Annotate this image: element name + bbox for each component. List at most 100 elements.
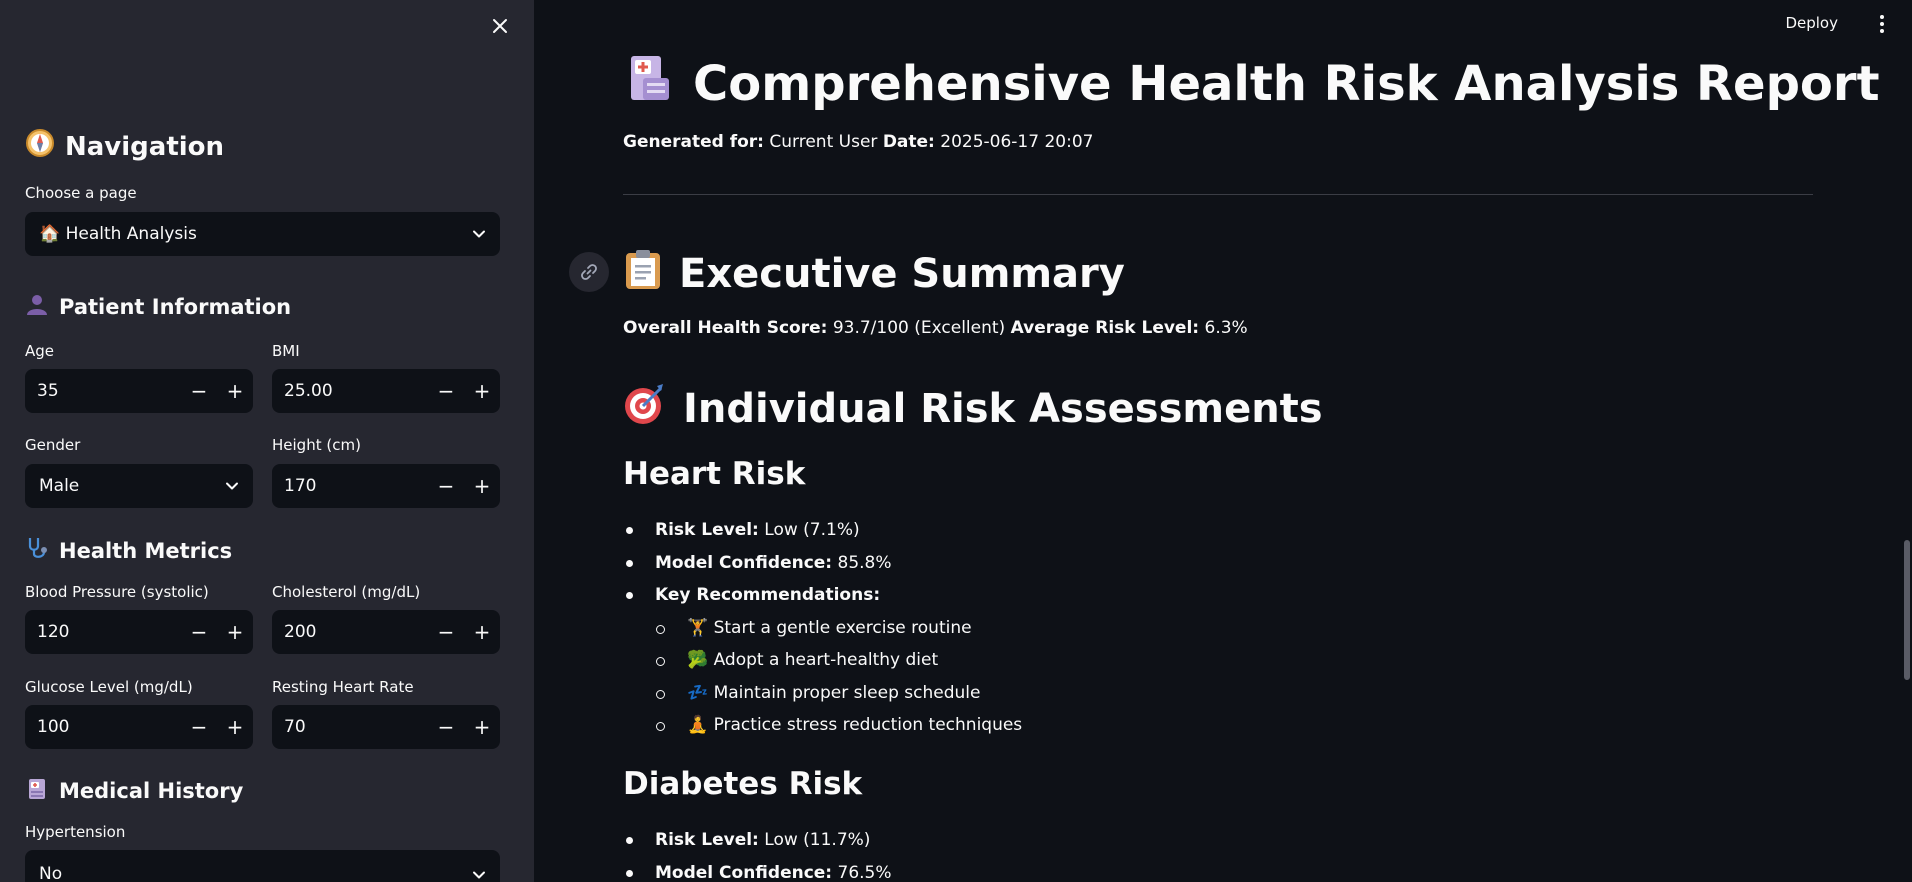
medical-history-title: Medical History	[59, 778, 244, 803]
executive-summary-heading: Executive Summary	[623, 248, 1125, 300]
heart-rate-input[interactable]: 70 − +	[272, 705, 500, 749]
glucose-label: Glucose Level (mg/dL)	[25, 678, 193, 696]
height-value: 170	[284, 476, 317, 496]
confidence-value: 85.8%	[837, 552, 892, 573]
recommendations-label: Key Recommendations:	[655, 585, 881, 605]
age-label: Age	[25, 342, 55, 360]
height-input[interactable]: 170 − +	[272, 464, 500, 508]
close-sidebar-button[interactable]	[486, 12, 514, 40]
list-item: Model Confidence: 76.5%	[623, 857, 892, 882]
bmi-increment-button[interactable]: +	[464, 369, 500, 413]
cholesterol-decrement-button[interactable]: −	[428, 610, 464, 654]
summary-line: Overall Health Score: 93.7/100 (Excellen…	[623, 318, 1248, 338]
page-title: Comprehensive Health Risk Analysis Repor…	[623, 52, 1880, 116]
health-metrics-heading: Health Metrics	[25, 536, 232, 565]
chevron-down-icon	[473, 230, 485, 238]
main-menu-button[interactable]	[1872, 12, 1892, 36]
list-item: Risk Level: Low (7.1%)	[623, 514, 1022, 547]
risk-level-value: Low (7.1%)	[764, 520, 860, 540]
glucose-value: 100	[37, 717, 70, 737]
age-increment-button[interactable]: +	[217, 369, 253, 413]
confidence-label: Model Confidence:	[655, 862, 833, 882]
confidence-value: 76.5%	[837, 862, 892, 882]
recommendation-item: 🥦 Adopt a heart-healthy diet	[623, 644, 1022, 677]
report-meta: Generated for: Current User Date: 2025-0…	[623, 132, 1093, 152]
risk-level-label: Risk Level:	[655, 830, 759, 850]
scrollbar[interactable]	[1904, 540, 1910, 680]
age-input[interactable]: 35 − +	[25, 369, 253, 413]
sidebar: Navigation Choose a page 🏠 Health Analys…	[0, 0, 534, 882]
health-metrics-title: Health Metrics	[59, 538, 233, 563]
heart-rate-value: 70	[284, 717, 306, 737]
generated-for-label: Generated for:	[623, 132, 764, 152]
chevron-down-icon	[226, 482, 238, 490]
recommendation-item: 💤 Maintain proper sleep schedule	[623, 677, 1022, 710]
cholesterol-increment-button[interactable]: +	[464, 610, 500, 654]
height-increment-button[interactable]: +	[464, 464, 500, 508]
bmi-label: BMI	[272, 342, 300, 360]
bmi-value: 25.00	[284, 381, 333, 401]
hypertension-select[interactable]: No	[25, 850, 500, 882]
avg-risk-value: 6.3%	[1204, 318, 1248, 338]
bp-increment-button[interactable]: +	[217, 610, 253, 654]
page-select[interactable]: 🏠 Health Analysis	[25, 212, 500, 256]
bmi-input[interactable]: 25.00 − +	[272, 369, 500, 413]
glucose-input[interactable]: 100 − +	[25, 705, 253, 749]
health-score-value: 93.7/100 (Excellent)	[832, 318, 1006, 338]
date-label: Date:	[882, 132, 935, 152]
risk-assessments-title: Individual Risk Assessments	[683, 386, 1323, 432]
bp-decrement-button[interactable]: −	[181, 610, 217, 654]
recommendation-item: 🏋️ Start a gentle exercise routine	[623, 612, 1022, 645]
divider	[623, 194, 1813, 195]
header-anchor-link[interactable]	[569, 252, 609, 292]
risk-level-label: Risk Level:	[655, 520, 759, 540]
link-icon	[581, 264, 597, 280]
age-decrement-button[interactable]: −	[181, 369, 217, 413]
navigation-title: Navigation	[65, 131, 225, 162]
report-title: Comprehensive Health Risk Analysis Repor…	[693, 56, 1880, 112]
main-content: Deploy Comprehensive Health Risk Analysi…	[534, 0, 1912, 882]
health-score-label: Overall Health Score:	[623, 318, 828, 338]
diabetes-risk-list: Risk Level: Low (11.7%) Model Confidence…	[623, 824, 892, 882]
gender-label: Gender	[25, 436, 81, 454]
target-icon	[623, 382, 667, 436]
heart-rate-decrement-button[interactable]: −	[428, 705, 464, 749]
deploy-button[interactable]: Deploy	[1785, 14, 1838, 32]
hypertension-label: Hypertension	[25, 823, 126, 841]
cholesterol-value: 200	[284, 622, 317, 642]
page-select-value: 🏠 Health Analysis	[39, 224, 197, 244]
hospital-icon	[623, 52, 675, 116]
glucose-increment-button[interactable]: +	[217, 705, 253, 749]
heart-risk-list: Risk Level: Low (7.1%) Model Confidence:…	[623, 514, 1022, 742]
generated-for-value: Current User	[769, 132, 878, 152]
height-label: Height (cm)	[272, 436, 361, 454]
confidence-label: Model Confidence:	[655, 552, 833, 573]
bp-input[interactable]: 120 − +	[25, 610, 253, 654]
person-icon	[25, 292, 49, 321]
compass-icon	[25, 128, 55, 165]
page-select-label: Choose a page	[25, 184, 137, 202]
avg-risk-label: Average Risk Level:	[1010, 318, 1200, 338]
heart-risk-heading: Heart Risk	[623, 456, 806, 492]
diabetes-risk-heading: Diabetes Risk	[623, 766, 863, 802]
hypertension-value: No	[39, 864, 63, 882]
stethoscope-icon	[25, 536, 49, 565]
app-root: Navigation Choose a page 🏠 Health Analys…	[0, 0, 1912, 882]
age-value: 35	[37, 381, 59, 401]
heart-rate-increment-button[interactable]: +	[464, 705, 500, 749]
chevron-down-icon	[473, 871, 485, 879]
patient-info-title: Patient Information	[59, 294, 292, 319]
more-vertical-icon	[1880, 15, 1884, 33]
bp-label: Blood Pressure (systolic)	[25, 583, 209, 601]
bp-value: 120	[37, 622, 70, 642]
gender-select[interactable]: Male	[25, 464, 253, 508]
patient-info-heading: Patient Information	[25, 292, 291, 321]
list-item: Model Confidence: 85.8%	[623, 547, 1022, 580]
bmi-decrement-button[interactable]: −	[428, 369, 464, 413]
date-value: 2025-06-17 20:07	[940, 132, 1094, 152]
height-decrement-button[interactable]: −	[428, 464, 464, 508]
gender-value: Male	[39, 476, 80, 496]
cholesterol-input[interactable]: 200 − +	[272, 610, 500, 654]
glucose-decrement-button[interactable]: −	[181, 705, 217, 749]
executive-summary-title: Executive Summary	[679, 251, 1125, 297]
